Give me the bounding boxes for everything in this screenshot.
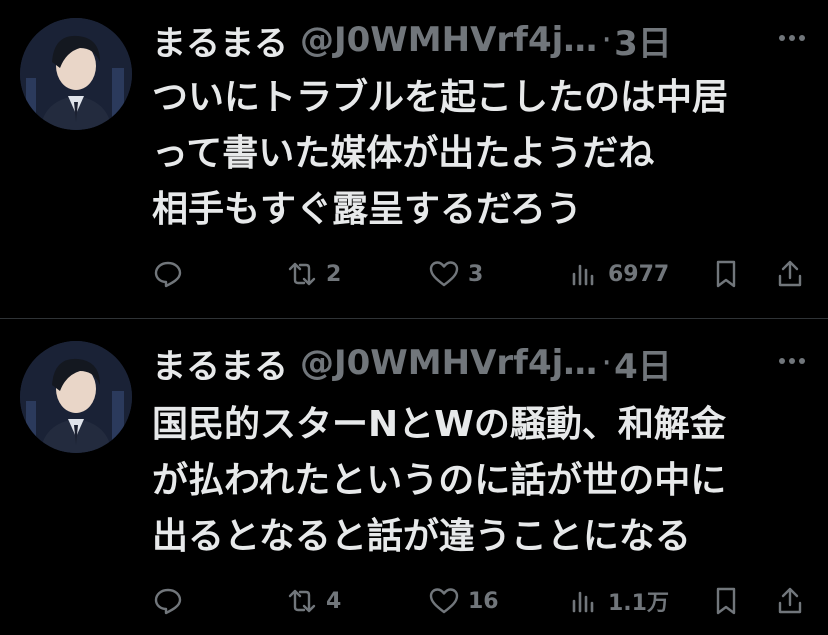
views-button[interactable]: 1.1万 (568, 579, 669, 623)
like-button[interactable]: 16 (428, 579, 499, 623)
tweet-text: 国民的スターNとWの騒動、和解金 が払われたというのに話が世の中に 出るとなると… (152, 397, 812, 565)
tweet-line: ついにトラブルを起こしたのは中居 (152, 77, 729, 118)
views-icon (572, 264, 594, 286)
bookmark-icon (716, 260, 736, 288)
timestamp[interactable]: 3日 (614, 16, 672, 65)
like-button[interactable]: 3 (428, 252, 483, 296)
reply-icon (154, 261, 182, 288)
share-button[interactable] (774, 579, 806, 623)
views-icon (572, 591, 594, 613)
like-icon (429, 261, 459, 287)
view-count: 1.1万 (608, 591, 669, 616)
share-button[interactable] (774, 252, 806, 296)
share-icon (778, 260, 802, 287)
share-icon (778, 587, 802, 614)
bookmark-button[interactable] (710, 252, 742, 296)
more-icon[interactable] (772, 341, 812, 381)
like-count: 3 (468, 261, 484, 287)
bookmark-button[interactable] (710, 579, 742, 623)
user-handle[interactable]: @J0WMHVrf4j… (300, 20, 597, 60)
separator: · (601, 343, 613, 383)
tweet-line: 出るとなると話が違うことになる (152, 516, 691, 557)
tweet-line: が払われたというのに話が世の中に (152, 460, 727, 501)
tweet[interactable]: まるまる @J0WMHVrf4j… · 4日 国民的スターNとWの騒動、和解金 … (0, 319, 828, 635)
user-handle[interactable]: @J0WMHVrf4j… (300, 343, 597, 383)
reply-icon (154, 588, 182, 615)
timeline-feed: まるまる @J0WMHVrf4j… · 3日 ついにトラブルを起こしたのは中居 … (0, 0, 828, 635)
tweet-line: って書いた媒体が出たようだね (152, 133, 655, 174)
tweet-text: ついにトラブルを起こしたのは中居 って書いた媒体が出たようだね 相手もすぐ露呈す… (152, 70, 812, 238)
like-count: 16 (468, 588, 499, 614)
tweet-actions: 4 16 1.1万 (152, 579, 812, 623)
like-icon (429, 588, 459, 614)
avatar[interactable] (20, 341, 132, 453)
retweet-icon (288, 589, 316, 613)
tweet-header: まるまる @J0WMHVrf4j… · 3日 (152, 14, 772, 66)
tweet-line: 相手もすぐ露呈するだろう (152, 189, 582, 230)
tweet[interactable]: まるまる @J0WMHVrf4j… · 3日 ついにトラブルを起こしたのは中居 … (0, 0, 828, 318)
reply-button[interactable] (152, 579, 184, 623)
view-count: 6977 (608, 261, 670, 287)
retweet-count: 4 (326, 588, 342, 614)
views-button[interactable]: 6977 (568, 252, 669, 296)
display-name[interactable]: まるまる (152, 339, 288, 388)
reply-button[interactable] (152, 252, 184, 296)
bookmark-icon (716, 587, 736, 615)
separator: · (601, 20, 613, 60)
avatar[interactable] (20, 18, 132, 130)
retweet-button[interactable]: 4 (286, 579, 341, 623)
tweet-line: 国民的スターNとWの騒動、和解金 (152, 404, 726, 445)
tweet-actions: 2 3 6977 (152, 252, 812, 296)
display-name[interactable]: まるまる (152, 16, 288, 65)
more-icon[interactable] (772, 18, 812, 58)
timestamp[interactable]: 4日 (614, 339, 672, 388)
retweet-button[interactable]: 2 (286, 252, 341, 296)
retweet-count: 2 (326, 261, 342, 287)
retweet-icon (288, 262, 316, 286)
tweet-header: まるまる @J0WMHVrf4j… · 4日 (152, 337, 772, 389)
